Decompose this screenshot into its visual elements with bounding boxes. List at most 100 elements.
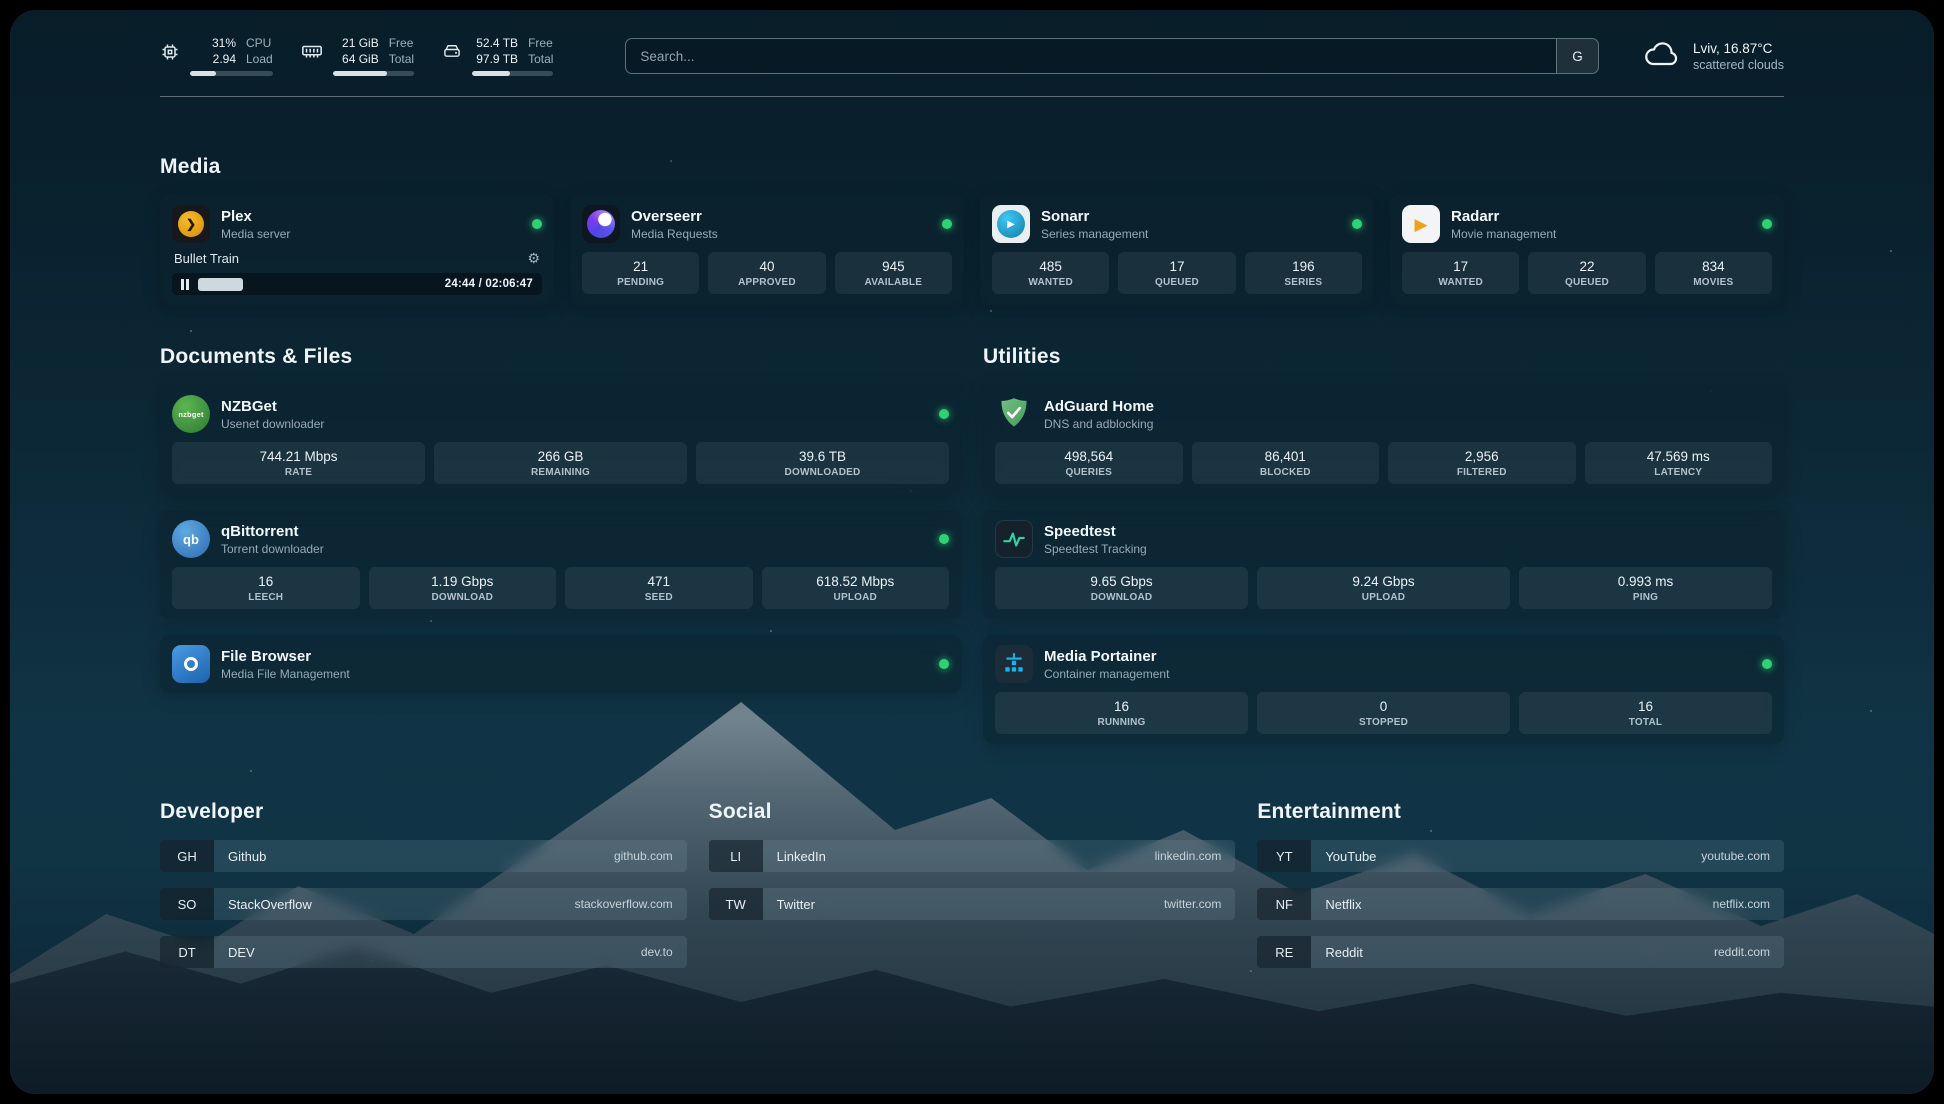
stat-value: 498,564 (999, 449, 1179, 464)
bookmark-name: Twitter (777, 897, 815, 912)
stat-label: DOWNLOADED (700, 467, 945, 478)
gear-icon[interactable]: ⚙ (527, 250, 540, 267)
service-name: Media Portainer (1044, 648, 1169, 665)
adguard-shield-icon (995, 395, 1033, 433)
bookmark-dev[interactable]: DT DEV dev.to (160, 936, 687, 968)
service-subtitle: Media server (221, 227, 290, 241)
section-title-developer: Developer (160, 800, 687, 824)
bookmark-github[interactable]: GH Github github.com (160, 840, 687, 872)
search-provider-button[interactable]: G (1556, 39, 1598, 73)
dashboard-page: 31%CPU 2.94Load 21 GiBFree 64 GiBTotal (160, 10, 1784, 984)
stat-label: PING (1523, 592, 1768, 603)
disk-widget: 52.4 TBFree 97.9 TBTotal (442, 36, 553, 76)
search-input[interactable] (626, 39, 1556, 73)
cpu-widget: 31%CPU 2.94Load (160, 36, 273, 76)
service-card-speedtest[interactable]: Speedtest Speedtest Tracking 9.65 GbpsDO… (983, 510, 1784, 619)
disk-drive-icon (442, 42, 462, 62)
stat-leech: 16LEECH (172, 567, 360, 609)
service-card-portainer[interactable]: Media Portainer Container management 16R… (983, 635, 1784, 744)
stat-label: UPLOAD (1261, 592, 1506, 603)
pause-icon (181, 279, 189, 290)
service-card-sonarr[interactable]: ▶ Sonarr Series management 485WANTED 17Q… (980, 195, 1374, 305)
weather-widget: Lviv, 16.87°C scattered clouds (1643, 39, 1784, 74)
playback-time: 24:44 / 02:06:47 (445, 278, 533, 290)
bookmark-reddit[interactable]: RE Reddit reddit.com (1257, 936, 1784, 968)
service-subtitle: Usenet downloader (221, 417, 324, 431)
bookmark-linkedin[interactable]: LI LinkedIn linkedin.com (709, 840, 1236, 872)
cpu-percent-label: CPU (246, 36, 271, 52)
stat-total: 16TOTAL (1519, 692, 1772, 734)
weather-location: Lviv, 16.87°C (1693, 41, 1784, 56)
bookmark-stackoverflow[interactable]: SO StackOverflow stackoverflow.com (160, 888, 687, 920)
service-subtitle: Speedtest Tracking (1044, 542, 1147, 556)
bookmark-group-entertainment: Entertainment YT YouTube youtube.com NF … (1257, 800, 1784, 984)
status-dot (939, 409, 949, 419)
bookmark-name: Github (228, 849, 266, 864)
stat-value: 1.19 Gbps (373, 574, 553, 589)
stat-label: AVAILABLE (839, 277, 948, 288)
bookmark-netflix[interactable]: NF Netflix netflix.com (1257, 888, 1784, 920)
memory-progress-bar (333, 71, 414, 76)
service-name: Plex (221, 208, 290, 225)
stat-value: 744.21 Mbps (176, 449, 421, 464)
service-card-radarr[interactable]: ▶ Radarr Movie management 17WANTED 22QUE… (1390, 195, 1784, 305)
stat-rate: 744.21 MbpsRATE (172, 442, 425, 484)
stat-label: SERIES (1249, 277, 1358, 288)
dashboard-screen: 31%CPU 2.94Load 21 GiBFree 64 GiBTotal (10, 10, 1934, 1094)
stat-download: 1.19 GbpsDOWNLOAD (369, 567, 557, 609)
cpu-load-value: 2.94 (190, 52, 236, 68)
service-card-nzbget[interactable]: nzbget NZBGet Usenet downloader 744.21 M… (160, 385, 961, 494)
service-subtitle: Media Requests (631, 227, 718, 241)
service-card-plex[interactable]: ❯ Plex Media server Bullet Train ⚙ (160, 195, 554, 305)
now-playing-title: Bullet Train (174, 251, 239, 266)
weather-condition: scattered clouds (1693, 58, 1784, 72)
stat-label: QUEUED (1532, 277, 1641, 288)
stat-latency: 47.569 msLATENCY (1585, 442, 1773, 484)
stat-value: 39.6 TB (700, 449, 945, 464)
overseerr-icon (582, 205, 620, 243)
bookmark-twitter[interactable]: TW Twitter twitter.com (709, 888, 1236, 920)
bookmark-youtube[interactable]: YT YouTube youtube.com (1257, 840, 1784, 872)
stat-seed: 471SEED (565, 567, 753, 609)
service-card-adguard[interactable]: AdGuard Home DNS and adblocking 498,564Q… (983, 385, 1784, 494)
filebrowser-icon (172, 645, 210, 683)
bookmark-abbr: NF (1257, 888, 1311, 920)
stat-label: LEECH (176, 592, 356, 603)
disk-total-label: Total (528, 52, 553, 68)
stat-blocked: 86,401BLOCKED (1192, 442, 1380, 484)
bookmark-name: YouTube (1325, 849, 1376, 864)
radarr-icon: ▶ (1402, 205, 1440, 243)
qbittorrent-icon: qb (172, 520, 210, 558)
stat-value: 196 (1249, 259, 1358, 274)
service-card-qbittorrent[interactable]: qb qBittorrent Torrent downloader 16LEEC… (160, 510, 961, 619)
section-title-entertainment: Entertainment (1257, 800, 1784, 824)
bookmark-abbr: RE (1257, 936, 1311, 968)
stat-label: SEED (569, 592, 749, 603)
stat-label: RUNNING (999, 717, 1244, 728)
search-bar: G (625, 38, 1599, 74)
section-title-media: Media (160, 155, 1784, 179)
stat-value: 485 (996, 259, 1105, 274)
service-name: NZBGet (221, 398, 324, 415)
disk-total-value: 97.9 TB (472, 52, 518, 68)
stat-value: 0 (1261, 699, 1506, 714)
speedtest-icon (995, 520, 1033, 558)
disk-readout: 52.4 TBFree 97.9 TBTotal (472, 36, 553, 76)
memory-readout: 21 GiBFree 64 GiBTotal (333, 36, 414, 76)
service-card-filebrowser[interactable]: File Browser Media File Management (160, 635, 961, 693)
bookmark-url: reddit.com (1714, 945, 1770, 959)
bookmark-url: twitter.com (1164, 897, 1221, 911)
stat-label: APPROVED (712, 277, 821, 288)
topbar-divider (160, 96, 1784, 97)
stat-wanted: 17WANTED (1402, 252, 1519, 294)
bookmark-abbr: TW (709, 888, 763, 920)
memory-total-label: Total (389, 52, 414, 68)
stat-label: UPLOAD (766, 592, 946, 603)
service-card-overseerr[interactable]: Overseerr Media Requests 21PENDING 40APP… (570, 195, 964, 305)
cloud-icon (1643, 39, 1681, 74)
weather-text: Lviv, 16.87°C scattered clouds (1693, 41, 1784, 72)
stat-queries: 498,564QUERIES (995, 442, 1183, 484)
bookmark-url: linkedin.com (1155, 849, 1222, 863)
bookmark-abbr: LI (709, 840, 763, 872)
status-dot (1762, 219, 1772, 229)
